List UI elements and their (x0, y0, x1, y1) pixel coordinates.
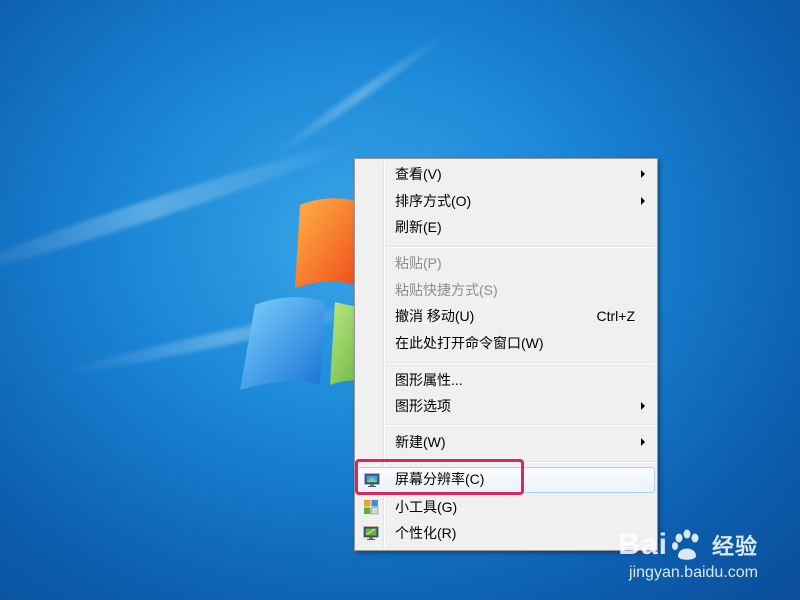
menu-item-label: 粘贴快捷方式(S) (395, 282, 498, 298)
menu-item-label: 刷新(E) (395, 219, 442, 235)
menu-item-label: 排序方式(O) (395, 193, 472, 209)
menu-item-personalize[interactable]: 个性化(R) (357, 521, 655, 545)
watermark-brand-right: 经验 (711, 534, 758, 559)
watermark-url: jingyan.baidu.com (629, 564, 758, 581)
personalize-icon (363, 526, 379, 540)
menu-item-label: 小工具(G) (395, 499, 458, 515)
menu-item-shortcut: Ctrl+Z (596, 308, 636, 324)
menu-item-label: 图形属性... (395, 372, 463, 388)
menu-item-graphics-properties[interactable]: 图形属性... (357, 368, 655, 392)
menu-item-label: 粘贴(P) (395, 255, 442, 271)
submenu-arrow-icon (641, 402, 645, 410)
baidu-paw-icon (671, 529, 699, 560)
background-streak (267, 27, 453, 163)
menu-item-paste[interactable]: 粘贴(P) (357, 251, 655, 275)
menu-separator (388, 424, 655, 426)
baidu-jingyan-watermark: Bai 经验 jingyan.baidu.com (618, 528, 758, 582)
watermark-brand-left: Bai (618, 528, 668, 561)
menu-item-label: 个性化(R) (395, 525, 457, 541)
menu-item-label: 新建(W) (395, 434, 446, 450)
submenu-arrow-icon (641, 170, 645, 178)
menu-item-label: 查看(V) (395, 166, 442, 182)
menu-item-view[interactable]: 查看(V) (357, 162, 655, 186)
gadgets-icon (364, 500, 379, 515)
menu-item-sort-by[interactable]: 排序方式(O) (357, 189, 655, 213)
menu-separator (388, 362, 655, 364)
submenu-arrow-icon (641, 197, 645, 205)
menu-item-open-command-window[interactable]: 在此处打开命令窗口(W) (357, 331, 655, 355)
menu-item-label: 在此处打开命令窗口(W) (395, 335, 544, 351)
annotation-highlight-box (355, 459, 524, 495)
menu-item-refresh[interactable]: 刷新(E) (357, 215, 655, 239)
menu-item-graphics-options[interactable]: 图形选项 (357, 394, 655, 418)
menu-item-gadgets[interactable]: 小工具(G) (357, 495, 655, 519)
menu-separator (388, 246, 655, 248)
menu-item-new[interactable]: 新建(W) (357, 430, 655, 454)
menu-item-label: 撤消 移动(U) (395, 308, 475, 324)
menu-item-undo-move[interactable]: 撤消 移动(U) Ctrl+Z (357, 304, 655, 328)
menu-item-paste-shortcut[interactable]: 粘贴快捷方式(S) (357, 278, 655, 302)
menu-item-label: 图形选项 (395, 398, 451, 414)
submenu-arrow-icon (641, 438, 645, 446)
